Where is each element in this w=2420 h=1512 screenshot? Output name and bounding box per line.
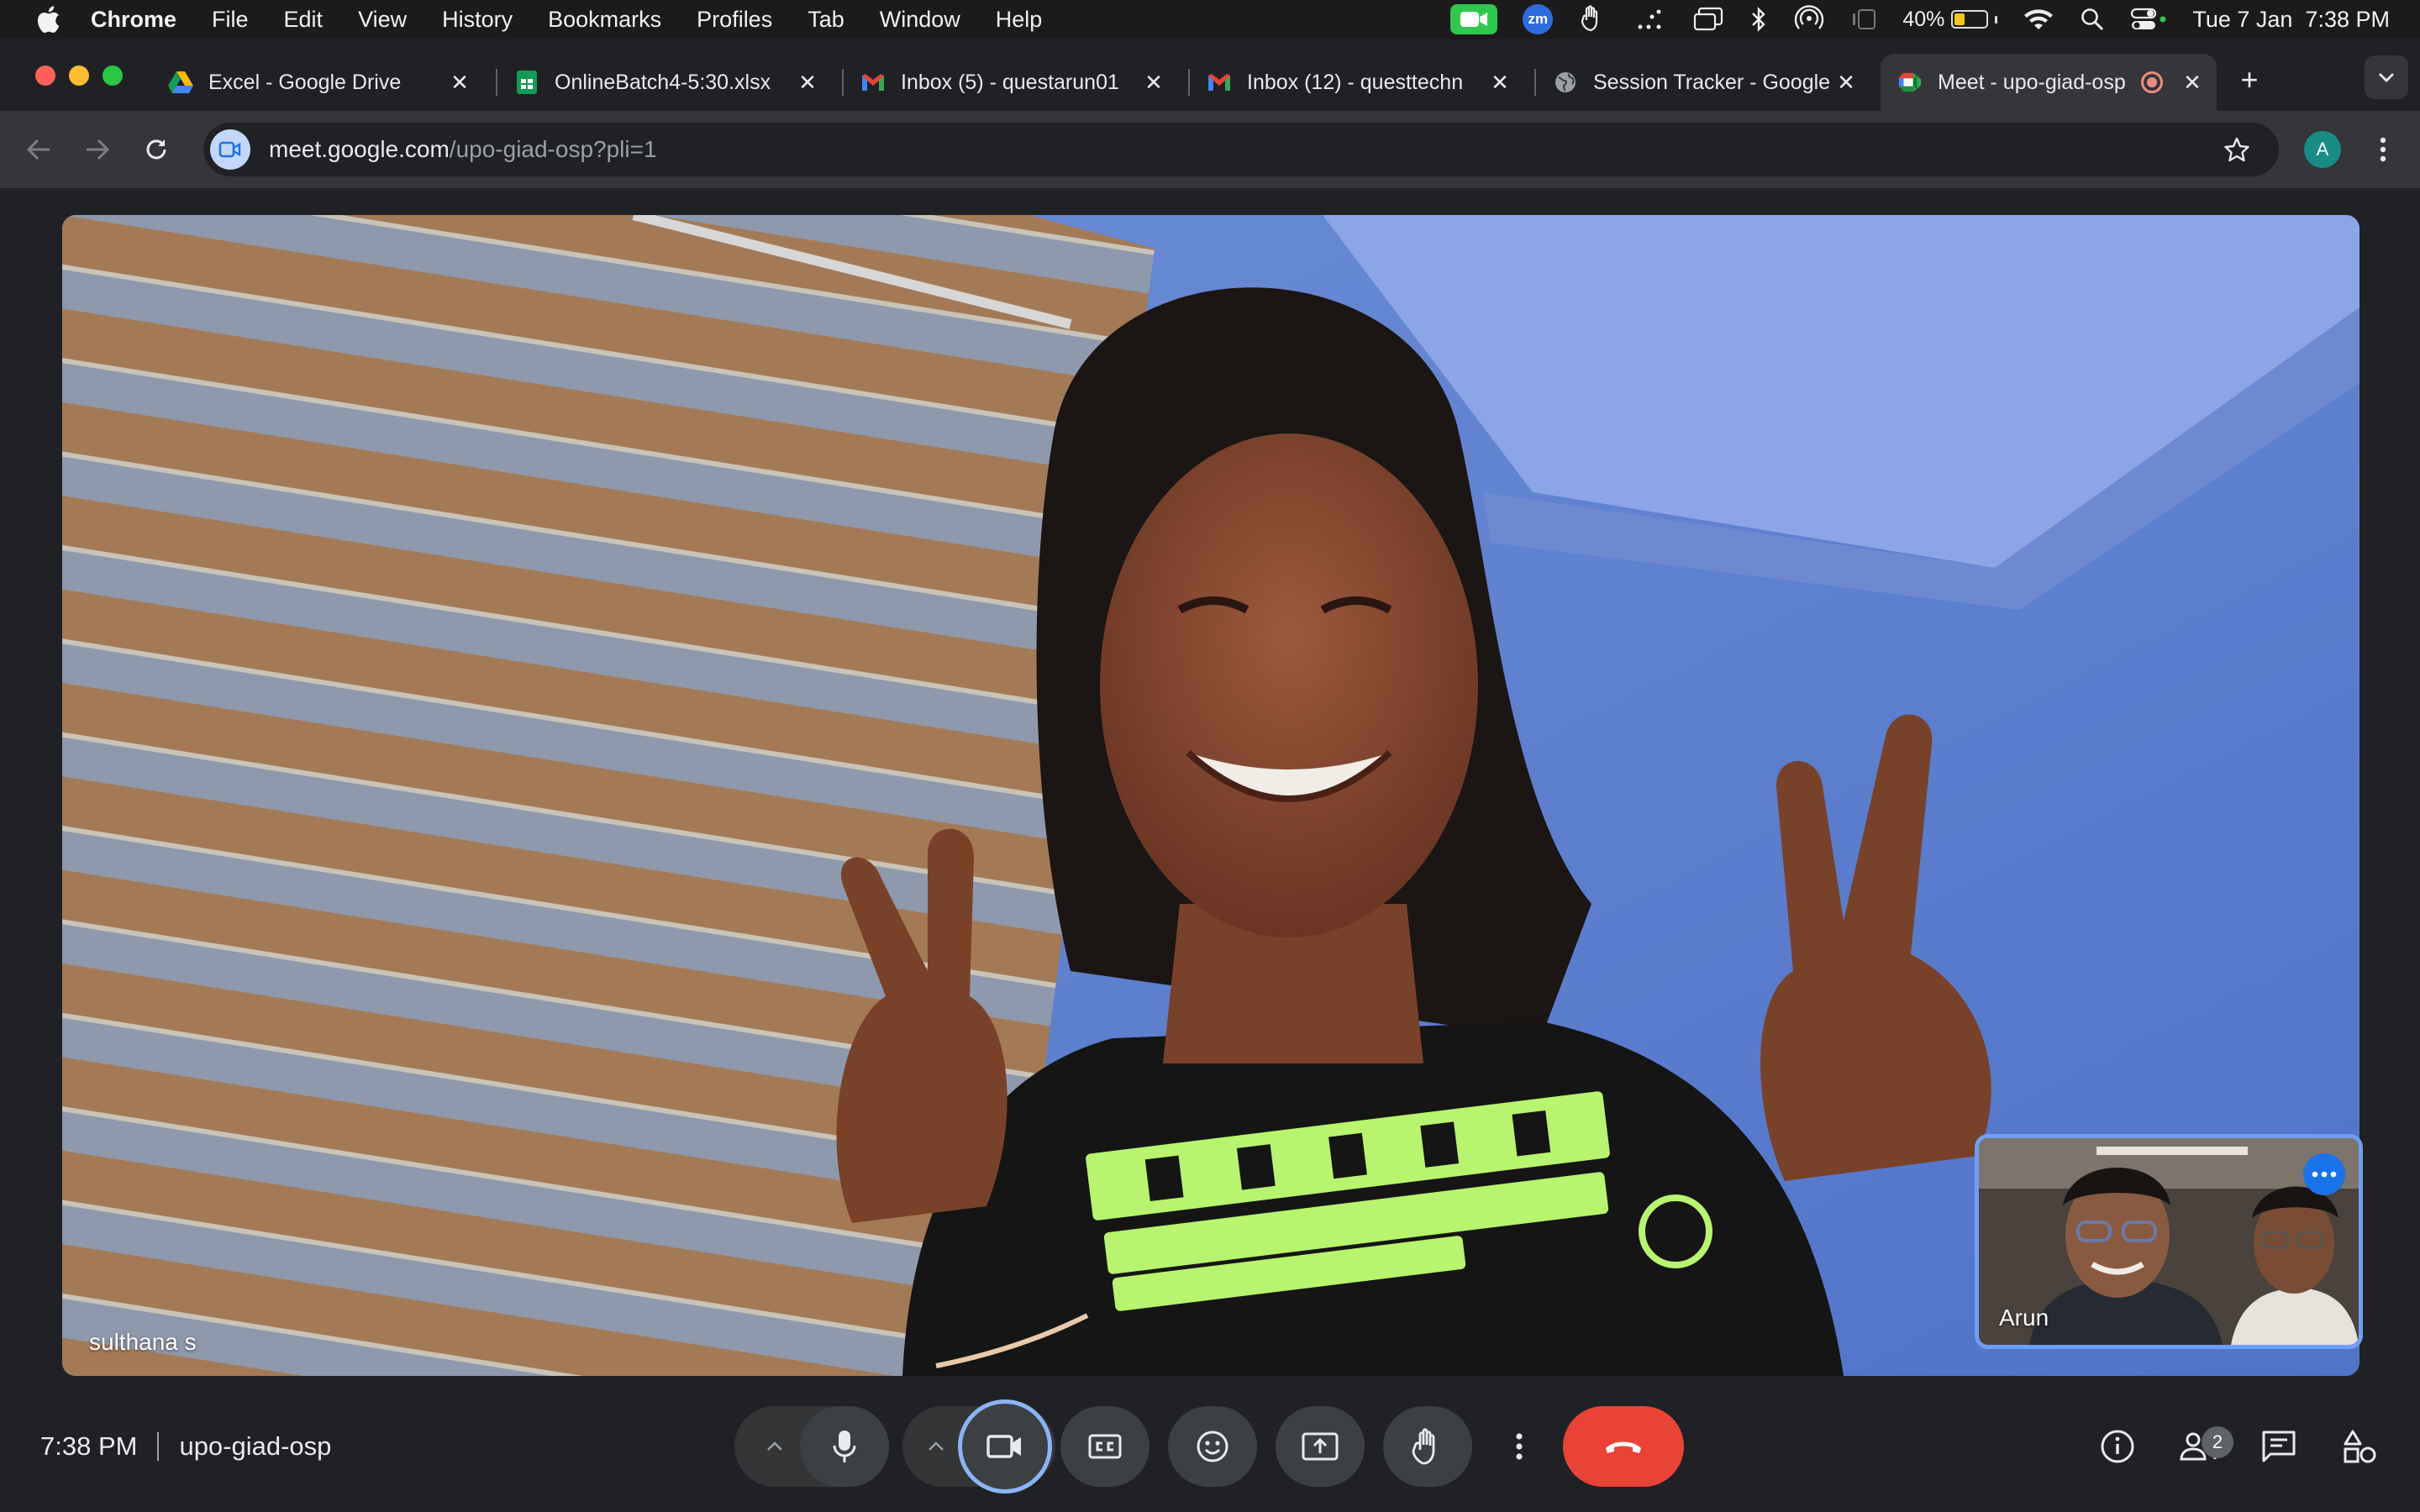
menu-app-name[interactable]: Chrome [91, 7, 176, 33]
reload-button[interactable] [134, 128, 178, 171]
menu-window[interactable]: Window [880, 7, 960, 33]
close-tab-icon[interactable]: ✕ [2180, 70, 2205, 95]
window-controls [35, 66, 123, 86]
globe-icon [1553, 70, 1578, 95]
url-path: /upo-giad-osp?pli=1 [449, 136, 657, 162]
zoom-badge-label: zm [1523, 4, 1554, 34]
gmail-icon [860, 70, 886, 95]
close-tab-icon[interactable]: ✕ [447, 70, 472, 95]
self-view-tile[interactable]: Arun [1975, 1134, 2363, 1349]
meeting-time: 7:38 PM [40, 1431, 138, 1461]
menu-bookmarks[interactable]: Bookmarks [548, 7, 661, 33]
meet-controls-bar: 7:38 PM upo-giad-osp 2 [0, 1381, 2420, 1512]
dots-icon[interactable] [1634, 0, 1667, 39]
audio-settings-chevron-icon[interactable] [751, 1406, 798, 1487]
tab-title: Session Tracker - Google [1593, 70, 1831, 94]
tab-title: Inbox (12) - questtechn [1247, 70, 1464, 94]
address-bar[interactable]: meet.google.com/upo-giad-osp?pli=1 [203, 123, 2279, 176]
menu-status-area: zm 40% Tue 7 Jan 7:38 PM [1450, 0, 2390, 39]
google-meet-icon [1897, 70, 1923, 95]
meeting-details-icon[interactable] [2089, 1418, 2146, 1475]
video-settings-chevron-icon[interactable] [913, 1406, 960, 1487]
close-tab-icon[interactable]: ✕ [795, 70, 820, 95]
wifi-icon[interactable] [2023, 0, 2054, 39]
divider [157, 1432, 160, 1461]
tab-title: Inbox (5) - questarun01 [901, 70, 1119, 94]
tab-gmail-inbox-12[interactable]: Inbox (12) - questtechn ✕ [1190, 54, 1524, 111]
menu-tab[interactable]: Tab [808, 7, 844, 33]
minimize-window-button[interactable] [69, 66, 89, 86]
battery-icon [1951, 10, 1989, 29]
close-tab-icon[interactable]: ✕ [1487, 70, 1512, 95]
macos-menu-bar: Chrome File Edit View History Bookmarks … [0, 0, 2420, 39]
close-tab-icon[interactable]: ✕ [1141, 70, 1166, 95]
close-tab-icon[interactable]: ✕ [1833, 70, 1859, 95]
airdrop-icon[interactable] [1793, 0, 1825, 39]
tab-excel-google-drive[interactable]: Excel - Google Drive ✕ [151, 54, 484, 111]
tab-google-meet[interactable]: Meet - upo-giad-osp ✕ [1881, 54, 2217, 111]
present-screen-button[interactable] [1276, 1406, 1365, 1487]
recording-indicator-icon [2141, 71, 2163, 93]
zoom-icon[interactable]: zm [1523, 0, 1554, 39]
bluetooth-icon[interactable] [1749, 0, 1768, 39]
tab-session-tracker[interactable]: Session Tracker - Google ✕ [1536, 54, 1870, 111]
more-options-button[interactable] [1496, 1406, 1543, 1487]
tab-online-batch-sheet[interactable]: OnlineBatch4-5:30.xlsx ✕ [497, 54, 832, 111]
tab-title: Meet - upo-giad-osp [1938, 70, 2126, 94]
menu-file[interactable]: File [212, 7, 249, 33]
battery-percent: 40% [1902, 7, 1945, 31]
close-window-button[interactable] [35, 66, 55, 86]
tab-gmail-inbox-5[interactable]: Inbox (5) - questarun01 ✕ [844, 54, 1178, 111]
hand-icon[interactable] [1578, 0, 1608, 39]
new-tab-button[interactable]: + [2230, 60, 2269, 99]
activities-icon[interactable] [2331, 1418, 2388, 1475]
chrome-tab-strip: Excel - Google Drive ✕ OnlineBatch4-5:30… [0, 39, 2420, 111]
apple-menu-icon[interactable] [34, 5, 62, 34]
menu-profiles[interactable]: Profiles [697, 7, 772, 33]
microphone-button[interactable] [800, 1406, 889, 1487]
emoji-reactions-button[interactable] [1168, 1406, 1257, 1487]
control-center-icon[interactable] [2130, 0, 2167, 39]
chrome-menu-icon[interactable] [2366, 129, 2400, 170]
camera-button[interactable] [958, 1399, 1052, 1494]
gmail-icon [1207, 70, 1232, 95]
battery-fill [1954, 13, 1965, 25]
meet-stage: sulthana s Arun 7:38 PM upo-giad-osp 2 [0, 188, 2420, 1512]
spotlight-icon[interactable] [2080, 0, 2105, 39]
captions-button[interactable] [1060, 1406, 1150, 1487]
url-text[interactable]: meet.google.com/upo-giad-osp?pli=1 [269, 136, 657, 163]
menu-datetime[interactable]: Tue 7 Jan 7:38 PM [2192, 0, 2390, 39]
leave-call-button[interactable] [1563, 1406, 1684, 1487]
forward-button[interactable] [76, 128, 119, 171]
bookmark-star-icon[interactable] [2217, 129, 2257, 170]
menu-history[interactable]: History [442, 7, 513, 33]
tab-search-button[interactable] [2365, 55, 2408, 99]
participant-count-badge: 2 [2202, 1426, 2233, 1458]
raise-hand-button[interactable] [1383, 1406, 1472, 1487]
stage-manager-icon[interactable] [1850, 0, 1877, 39]
menu-view[interactable]: View [358, 7, 407, 33]
url-host: meet.google.com [269, 136, 450, 162]
back-button[interactable] [17, 128, 60, 171]
main-participant-name: sulthana s [89, 1329, 197, 1355]
tab-title: Excel - Google Drive [208, 70, 402, 94]
tile-options-button[interactable] [2303, 1153, 2345, 1195]
zoom-window-button[interactable] [103, 66, 123, 86]
google-drive-icon [168, 70, 193, 95]
menu-help[interactable]: Help [996, 7, 1043, 33]
menu-edit[interactable]: Edit [284, 7, 324, 33]
site-info-icon[interactable] [210, 129, 250, 170]
profile-avatar[interactable]: A [2304, 131, 2341, 168]
meeting-info-text: 7:38 PM upo-giad-osp [40, 1381, 331, 1512]
meeting-code: upo-giad-osp [179, 1431, 332, 1461]
google-sheets-icon [514, 70, 539, 95]
chrome-toolbar: meet.google.com/upo-giad-osp?pli=1 A [0, 111, 2420, 188]
battery-indicator[interactable]: 40% [1902, 0, 1998, 39]
chat-icon[interactable] [2250, 1418, 2307, 1475]
tab-title: OnlineBatch4-5:30.xlsx [555, 70, 771, 94]
facetime-camera-icon[interactable] [1450, 0, 1498, 39]
self-participant-name: Arun [1999, 1305, 2049, 1331]
screen-mirror-icon[interactable] [1692, 0, 1724, 39]
